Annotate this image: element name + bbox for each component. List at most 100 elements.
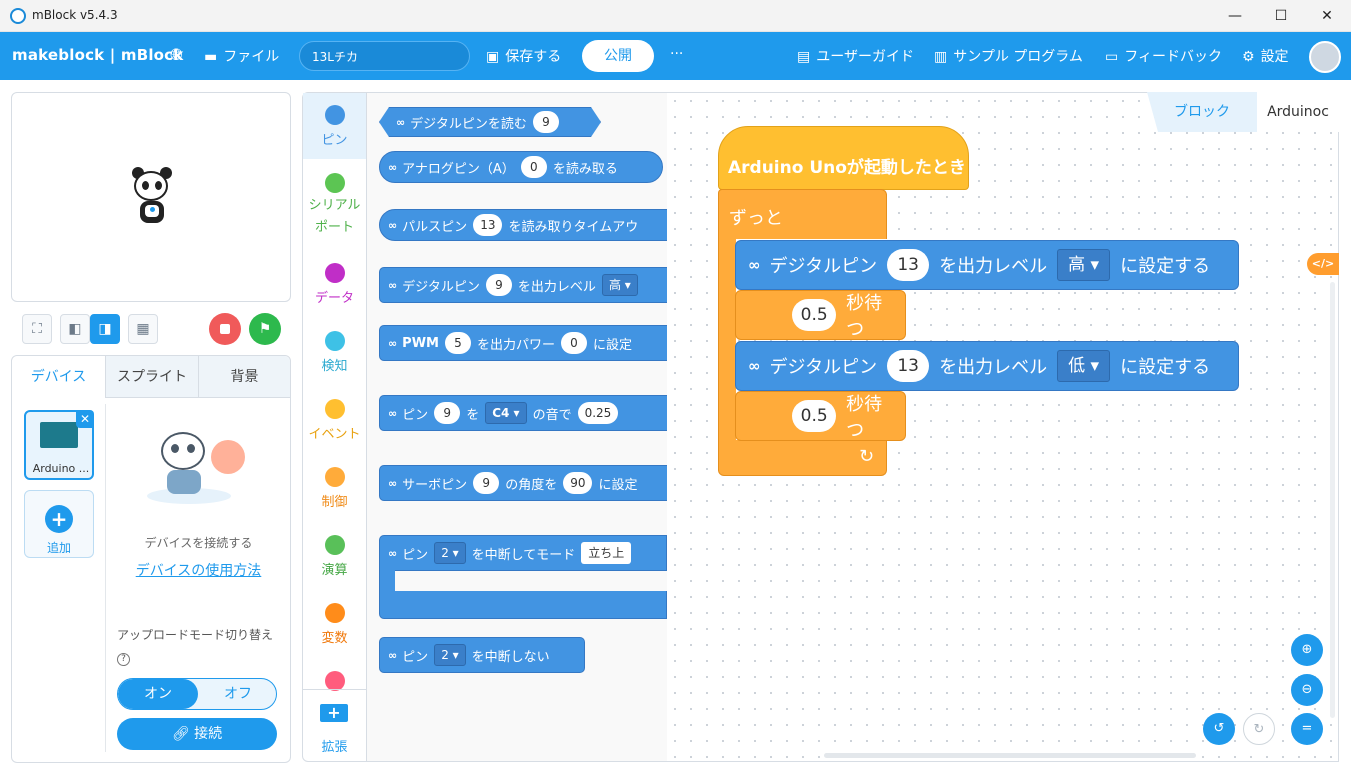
pin-input[interactable]: 13 — [887, 350, 930, 382]
extension-icon[interactable]: + — [320, 704, 348, 722]
category-dot-icon — [324, 331, 345, 351]
block-dropdown[interactable]: C4 ▾ — [485, 402, 527, 424]
upload-mode-toggle[interactable]: オン オフ — [117, 678, 277, 710]
connect-button[interactable]: 🔗︎ 接続 — [117, 718, 277, 750]
fullscreen-button[interactable]: ⛶ — [22, 314, 52, 344]
tab-backdrops[interactable]: 背景 — [198, 356, 290, 398]
zoom-in-icon[interactable]: ⊕ — [1291, 634, 1323, 666]
block-play-tone[interactable]: ∞ ピン 9 を C4 ▾ の音で 0.25 — [379, 395, 667, 431]
block-dropdown[interactable]: 2 ▾ — [434, 542, 466, 564]
user-avatar[interactable] — [1309, 41, 1341, 73]
category-pin[interactable]: ピン — [303, 93, 366, 159]
stage-canvas[interactable] — [11, 92, 291, 302]
pin-input[interactable]: 13 — [887, 249, 930, 281]
block-input[interactable]: 90 — [563, 472, 593, 494]
grid-view-button[interactable]: ▦ — [128, 314, 158, 344]
category-control[interactable]: 制御 — [303, 467, 366, 510]
wait-block[interactable]: 0.5 秒待つ — [735, 391, 906, 441]
tab-blocks[interactable]: ブロック — [1147, 92, 1257, 132]
block-read-analog-pin[interactable]: ∞ アナログピン（A） 0 を読み取る — [379, 151, 663, 183]
block-input[interactable]: 5 — [444, 332, 471, 354]
block-input[interactable]: 13 — [473, 214, 503, 236]
block-text: を — [466, 407, 480, 423]
block-input[interactable]: 0 — [561, 332, 587, 354]
help-icon[interactable]: ? — [117, 653, 130, 666]
tab-arduino-code[interactable]: Arduinoc — [1257, 92, 1339, 132]
category-variables[interactable]: 変数 — [303, 603, 366, 646]
level-dropdown[interactable]: 高 ▾ — [1057, 249, 1111, 281]
language-globe-icon[interactable]: 🌐︎ — [170, 45, 183, 65]
block-set-digital-pin[interactable]: ∞ デジタルピン 9 を出力レベル 高 ▾ — [379, 267, 667, 303]
vertical-scrollbar[interactable] — [1330, 282, 1335, 718]
category-events[interactable]: イベント — [303, 399, 366, 442]
set-digital-pin-high-block[interactable]: ∞ デジタルピン 13 を出力レベル 高 ▾ に設定する — [735, 240, 1239, 290]
normal-stage-button[interactable]: ◨ — [90, 314, 120, 344]
remove-device-icon[interactable]: ✕ — [76, 410, 94, 428]
loop-arrow-icon: ↻ — [859, 446, 875, 467]
device-howto-link[interactable]: デバイスの使用方法 — [107, 560, 290, 580]
wait-seconds-input[interactable]: 0.5 — [792, 400, 837, 432]
redo-icon[interactable]: ↻ — [1243, 713, 1275, 745]
file-menu[interactable]: ▬ ファイル — [204, 46, 279, 66]
project-name-input[interactable]: 13Lチカ — [299, 41, 470, 71]
set-digital-pin-low-block[interactable]: ∞ デジタルピン 13 を出力レベル 低 ▾ に設定する — [735, 341, 1239, 391]
tab-sprites[interactable]: スプライト — [105, 356, 198, 398]
zoom-out-icon[interactable]: ⊖ — [1291, 674, 1323, 706]
category-serial[interactable]: シリアル ポート — [303, 173, 366, 239]
samples-link[interactable]: ▥ サンプル プログラム — [934, 46, 1083, 66]
extension-button[interactable]: 拡張 — [303, 736, 366, 755]
toggle-on[interactable]: オン — [118, 679, 198, 709]
maximize-button[interactable]: ☐ — [1258, 0, 1304, 32]
forever-label: ずっと — [729, 208, 783, 229]
device-card-arduino[interactable]: ✕ Arduino ... — [24, 410, 94, 480]
when-arduino-starts-hat-block[interactable]: Arduino Unoが起動したとき — [718, 126, 969, 190]
block-input[interactable]: 0.25 — [577, 402, 619, 424]
block-text: 秒待つ — [846, 293, 883, 340]
block-read-pulse-pin[interactable]: ∞ パルスピン 13 を読み取りタイムアウ — [379, 209, 667, 241]
small-stage-button[interactable]: ◧ — [60, 314, 90, 344]
code-panel-toggle[interactable]: </> — [1307, 253, 1339, 275]
tab-devices[interactable]: デバイス — [12, 356, 105, 398]
block-set-pwm[interactable]: ∞ PWM 5 を出力パワー 0 に設定 — [379, 325, 667, 361]
feedback-link[interactable]: ▭ フィードバック — [1105, 46, 1222, 66]
block-dropdown[interactable]: 2 ▾ — [434, 644, 466, 666]
undo-icon[interactable]: ↺ — [1203, 713, 1235, 745]
category-sensing[interactable]: 検知 — [303, 331, 366, 374]
block-input[interactable]: 9 — [485, 274, 512, 296]
minimize-button[interactable]: — — [1212, 0, 1258, 32]
forever-block[interactable]: ずっと — [718, 189, 887, 239]
panda-sprite[interactable] — [130, 167, 174, 229]
more-menu[interactable]: ··· — [670, 46, 683, 62]
block-dropdown[interactable]: 立ち上 — [581, 542, 632, 564]
category-data[interactable]: データ — [303, 263, 366, 306]
block-input[interactable]: 9 — [533, 111, 559, 133]
block-set-servo[interactable]: ∞ サーボピン 9 の角度を 90 に設定 — [379, 465, 667, 501]
add-device-button[interactable]: + 追加 — [24, 490, 94, 558]
wait-seconds-input[interactable]: 0.5 — [792, 299, 837, 331]
category-myblocks[interactable] — [303, 671, 366, 695]
block-input[interactable]: 9 — [473, 472, 500, 494]
block-attach-interrupt[interactable]: ∞ ピン 2 ▾ を中断してモード 立ち上 — [379, 535, 667, 621]
block-input[interactable]: 9 — [434, 402, 461, 424]
toggle-off[interactable]: オフ — [198, 679, 276, 709]
block-input[interactable]: 0 — [520, 156, 547, 178]
save-button[interactable]: ▣ 保存する — [486, 46, 561, 66]
document-icon: ▤ — [797, 49, 811, 65]
level-dropdown[interactable]: 低 ▾ — [1057, 350, 1111, 382]
block-detach-interrupt[interactable]: ∞ ピン 2 ▾ を中断しない — [379, 637, 585, 673]
zoom-reset-icon[interactable]: = — [1291, 713, 1323, 745]
stop-button[interactable] — [209, 313, 241, 345]
green-flag-button[interactable]: ⚑ — [249, 313, 281, 345]
category-operators[interactable]: 演算 — [303, 535, 366, 578]
block-text: に設定する — [1120, 256, 1211, 277]
wait-block[interactable]: 0.5 秒待つ — [735, 290, 906, 340]
block-dropdown[interactable]: 高 ▾ — [601, 274, 638, 296]
settings-menu[interactable]: ⚙ 設定 — [1242, 46, 1289, 66]
horizontal-scrollbar[interactable] — [824, 753, 1196, 758]
publish-button[interactable]: 公開 — [582, 40, 654, 72]
block-text: を出力レベル — [939, 256, 1048, 277]
block-text: を出力パワー — [476, 337, 555, 353]
close-button[interactable]: ✕ — [1304, 0, 1350, 32]
user-guide-link[interactable]: ▤ ユーザーガイド — [797, 46, 914, 66]
block-read-digital-pin[interactable]: ∞ デジタルピンを読む 9 — [379, 107, 601, 137]
